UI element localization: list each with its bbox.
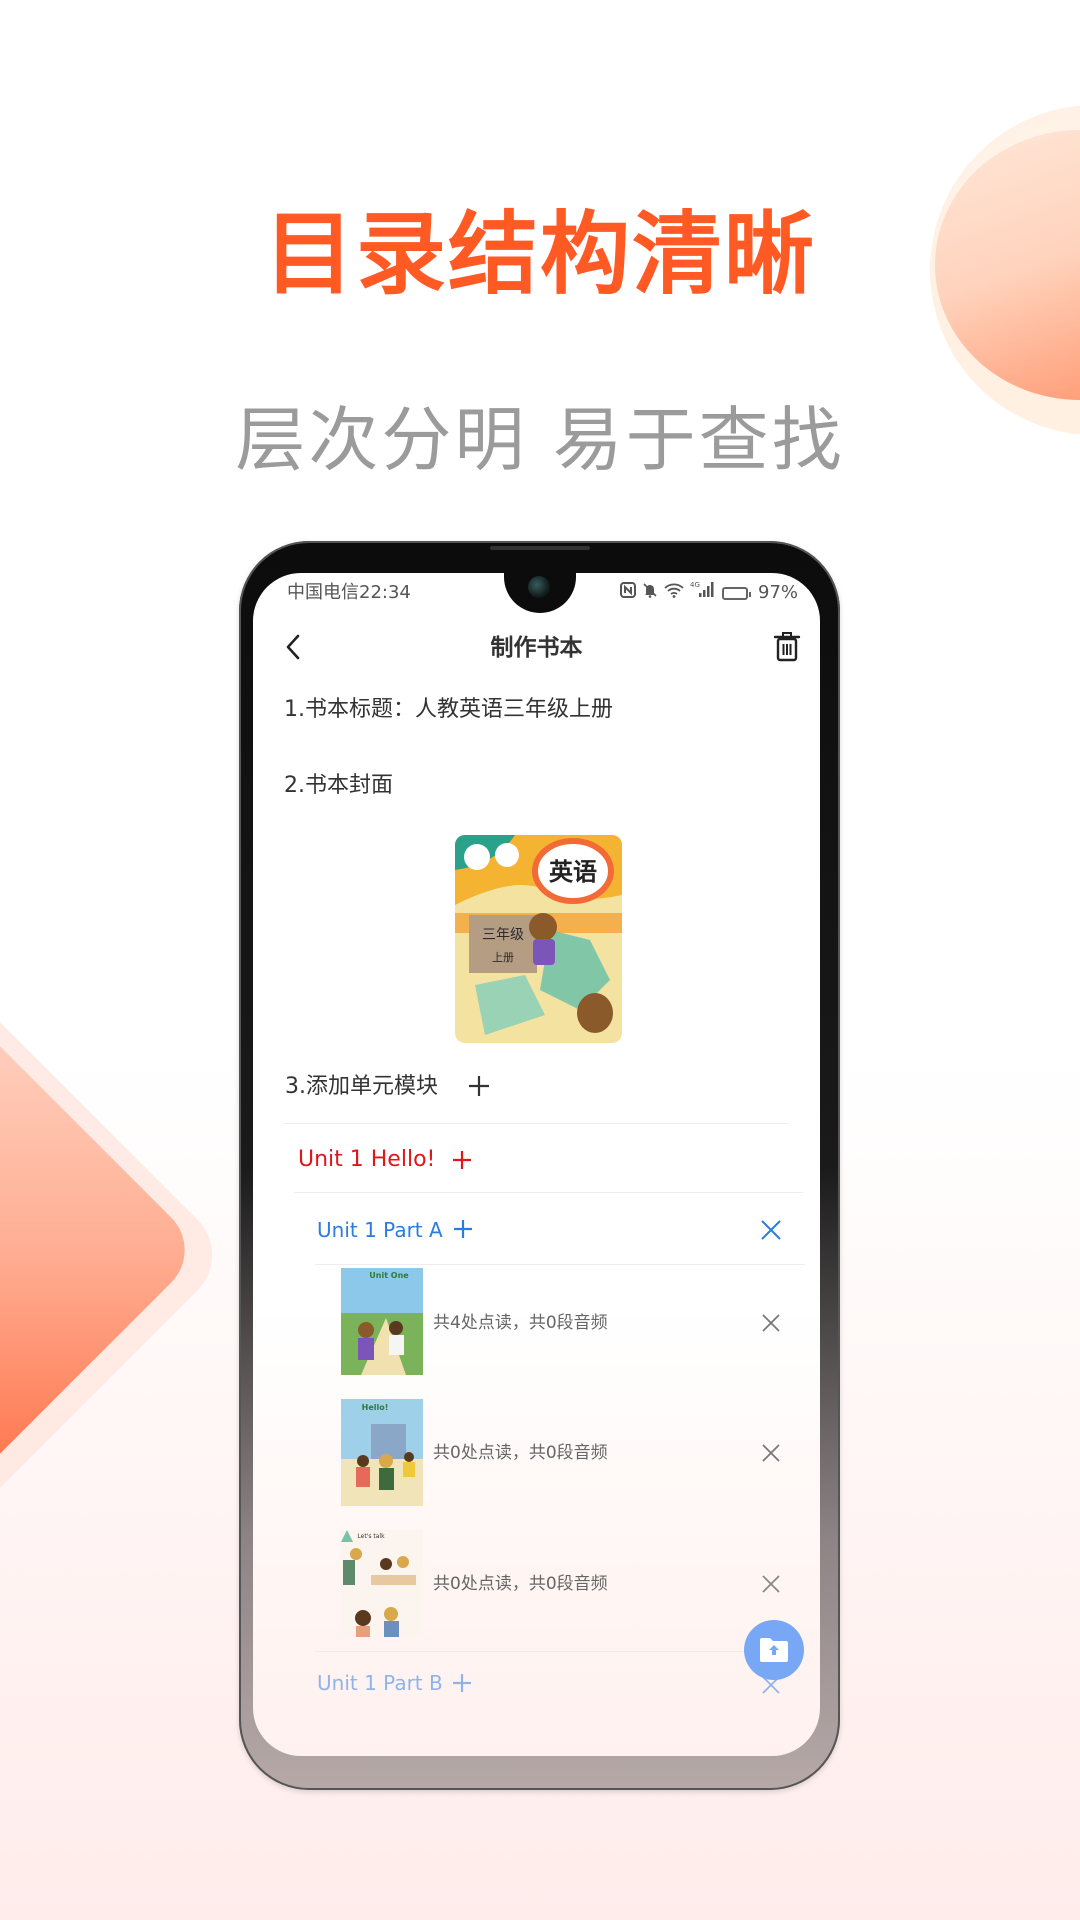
delete-page-button[interactable] [759,1572,783,1596]
book-title-field[interactable]: 1.书本标题：人教英语三年级上册 [284,695,613,725]
page-thumbnail[interactable]: Hello! [341,1399,423,1506]
camera-icon [528,576,550,598]
delete-part-button[interactable] [759,1218,783,1242]
status-icons: 4G 97% [620,580,798,606]
book-cover-image[interactable]: 英语 三年级 上册 [455,835,622,1043]
close-icon [761,1220,781,1240]
status-carrier-time: 中国电信22:34 [287,582,411,603]
thumb-caption: Let's talk [357,1533,385,1540]
add-page-button[interactable] [452,1216,474,1242]
close-icon [762,1575,780,1593]
cover-label: 2.书本封面 [284,773,393,798]
wifi-icon [664,580,684,606]
page-summary: 共0处点读，共0段音频 [433,1443,608,1463]
plus-icon [453,1151,471,1169]
promo-subheadline: 层次分明 易于查找 [235,399,845,481]
battery-percent: 97% [758,582,799,603]
cover-volume: 上册 [492,951,514,964]
plus-icon [469,1076,489,1096]
phone-speaker [490,546,590,550]
add-unit-text: 3.添加单元模块 [285,1074,438,1099]
close-icon [762,1444,780,1462]
upload-fab[interactable] [744,1620,804,1680]
page-summary: 共4处点读，共0段音频 [433,1313,608,1333]
page-title: 制作书本 [490,635,583,661]
divider [284,1123,789,1124]
trash-icon [773,632,801,662]
delete-page-button[interactable] [759,1441,783,1465]
delete-page-button[interactable] [759,1311,783,1335]
divider [315,1264,805,1265]
divider [315,1651,805,1652]
thumb-caption: Unit One [369,1271,409,1280]
folder-upload-icon [760,1638,788,1662]
close-icon [762,1314,780,1332]
add-part-button[interactable] [450,1146,474,1174]
add-page-button[interactable] [451,1670,473,1696]
delete-button[interactable] [772,630,802,664]
plus-icon [453,1674,471,1692]
cover-grade: 三年级 [482,927,524,943]
nfc-icon [620,580,636,606]
part-title[interactable]: Unit 1 Part B [317,1669,443,1697]
svg-text:4G: 4G [690,581,700,589]
page-summary: 共0处点读，共0段音频 [433,1574,608,1594]
mute-bell-icon [642,580,658,606]
divider [294,1192,803,1193]
promo-headline: 目录结构清晰 [264,202,816,307]
battery-charging-icon [722,586,751,600]
cover-title: 英语 [549,857,597,886]
page-thumbnail[interactable]: Unit One [341,1268,423,1375]
4g-signal-icon: 4G [690,580,716,606]
part-title[interactable]: Unit 1 Part A [317,1216,443,1244]
add-unit-label: 3.添加单元模块 [285,1072,438,1102]
page-thumbnail[interactable]: Let's talk [341,1530,423,1637]
plus-icon [454,1220,472,1238]
add-unit-button[interactable] [466,1068,492,1102]
unit-title[interactable]: Unit 1 Hello! [298,1145,435,1175]
thumb-caption: Hello! [362,1403,389,1412]
